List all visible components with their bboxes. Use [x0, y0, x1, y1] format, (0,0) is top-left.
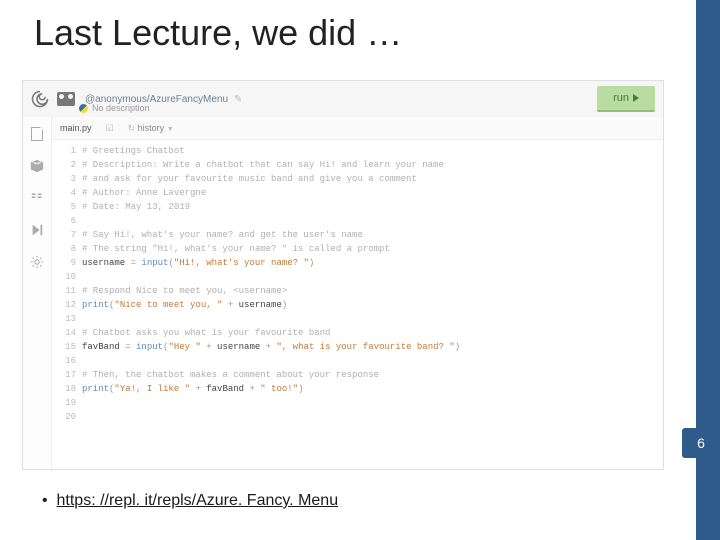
tab-history[interactable]: ↻ history ▼: [128, 123, 174, 134]
run-label: run: [613, 92, 629, 104]
chevron-down-icon: ▼: [167, 126, 174, 133]
code-editor[interactable]: 1234567891011121314151617181920 # Greeti…: [52, 140, 663, 469]
run-button[interactable]: run: [597, 86, 655, 112]
slide: Last Lecture, we did … @anonymous / Azur…: [0, 0, 720, 540]
left-rail: [23, 117, 52, 469]
code-area: main.py ☑ ↻ history ▼ 123456789101112131…: [52, 117, 663, 469]
editor-tabs: main.py ☑ ↻ history ▼: [52, 117, 663, 140]
tab-save-icon[interactable]: ☑: [106, 123, 114, 134]
tab-main[interactable]: main.py: [60, 123, 92, 133]
file-icon[interactable]: [30, 127, 44, 141]
code-lines: # Greetings Chatbot# Description: Write …: [82, 144, 663, 469]
play-rail-icon[interactable]: [30, 223, 44, 237]
gear-icon[interactable]: [30, 255, 44, 269]
slide-title: Last Lecture, we did …: [34, 12, 402, 54]
python-icon: [79, 104, 88, 113]
no-description: No description: [92, 103, 150, 113]
repl-subheader: No description: [79, 103, 150, 113]
page-number: 6: [682, 428, 720, 458]
play-icon: [633, 94, 639, 102]
line-gutter: 1234567891011121314151617181920: [52, 144, 82, 469]
repl-link[interactable]: https: //repl. it/repls/Azure. Fancy. Me…: [57, 492, 339, 509]
bullet-line: • https: //repl. it/repls/Azure. Fancy. …: [42, 492, 338, 510]
repl-screenshot: @anonymous / AzureFancyMenu ✎ run No des…: [22, 80, 664, 470]
package-icon[interactable]: [30, 159, 44, 173]
pencil-icon[interactable]: ✎: [234, 94, 242, 105]
history-label: history: [138, 123, 165, 133]
indent-icon[interactable]: [30, 191, 44, 205]
repl-logo-icon: [31, 90, 49, 108]
repl-body: main.py ☑ ↻ history ▼ 123456789101112131…: [23, 117, 663, 469]
side-strip: [696, 0, 720, 540]
repo-name[interactable]: AzureFancyMenu: [150, 94, 228, 105]
bullet-marker: •: [42, 492, 48, 509]
users-icon[interactable]: [57, 92, 75, 106]
history-icon: ↻: [128, 123, 136, 133]
